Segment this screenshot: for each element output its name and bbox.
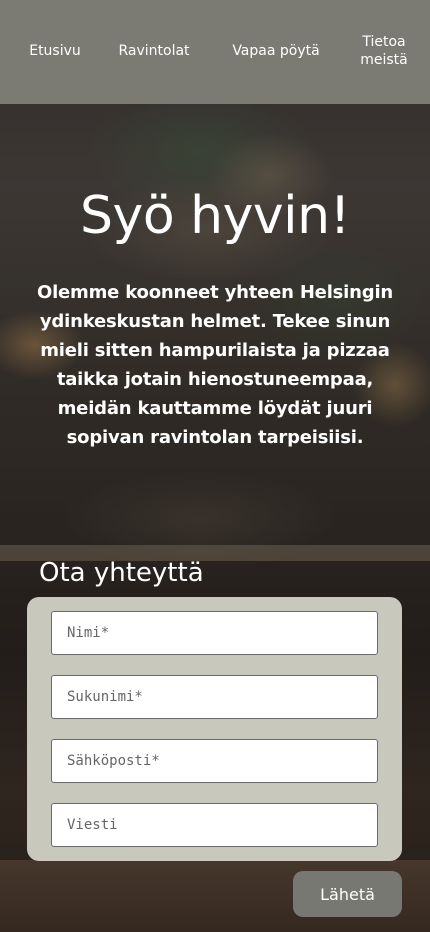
nav-link-home[interactable]: Etusivu (22, 42, 88, 60)
last-name-input[interactable] (51, 675, 378, 719)
contact-heading: Ota yhteyttä (39, 558, 204, 588)
hero-title: Syö hyvin! (80, 186, 350, 246)
nav-link-restaurants[interactable]: Ravintolat (110, 42, 198, 60)
contact-form (27, 597, 402, 861)
nav-link-free-table[interactable]: Vapaa pöytä (228, 42, 324, 60)
hero-description: Olemme koonneet yhteen Helsingin ydinkes… (36, 282, 394, 448)
message-input[interactable] (51, 803, 378, 847)
send-button[interactable]: Lähetä (293, 871, 402, 917)
top-navigation: Etusivu Ravintolat Vapaa pöytä Tietoa me… (0, 0, 430, 104)
email-input[interactable] (51, 739, 378, 783)
nav-link-about[interactable]: Tietoa meistä (350, 33, 418, 69)
first-name-input[interactable] (51, 611, 378, 655)
